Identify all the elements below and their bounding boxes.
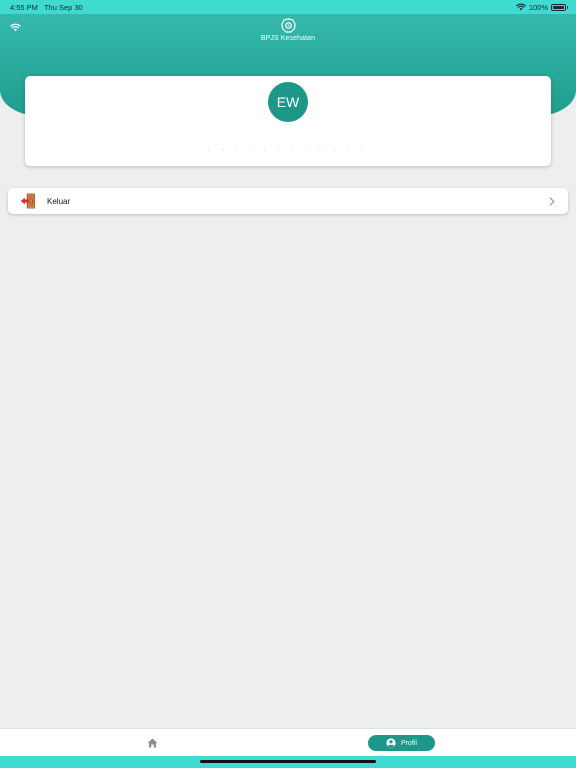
status-right: 100% [516,2,568,12]
battery-percent: 100% [528,2,548,12]
status-time: 4:55 PM [10,2,38,12]
chevron-right-icon [549,196,555,206]
home-indicator [200,760,376,763]
screen: 4:55 PM Thu Sep 30 100% BPJS Kesehatan E… [0,0,576,768]
wifi-icon [516,3,526,11]
status-bar: 4:55 PM Thu Sep 30 100% [0,0,576,14]
battery-fill [553,5,564,9]
brand-name: BPJS Kesehatan [260,35,316,42]
battery-icon [551,3,568,11]
user-circle-icon [386,738,396,748]
profile-name-obscured: . . . . . . . . . . . . [208,145,368,152]
bottom-nav: Profil [0,728,576,756]
status-date: Thu Sep 30 [43,2,83,12]
menu-item-label: Keluar [47,196,71,206]
tab-profil-label: Profil [401,739,417,747]
profile-card: EW . . . . . . . . . . . . [25,76,551,166]
logout-door-icon [20,192,38,210]
avatar: EW [268,82,308,122]
bpjs-logo-icon [280,18,296,33]
bottom-strip [0,756,576,768]
home-icon[interactable] [146,737,158,749]
tab-profil[interactable]: Profil [368,735,435,751]
brand: BPJS Kesehatan [0,18,576,42]
menu-item-keluar[interactable]: Keluar [8,188,568,214]
status-left: 4:55 PM Thu Sep 30 [10,3,83,12]
